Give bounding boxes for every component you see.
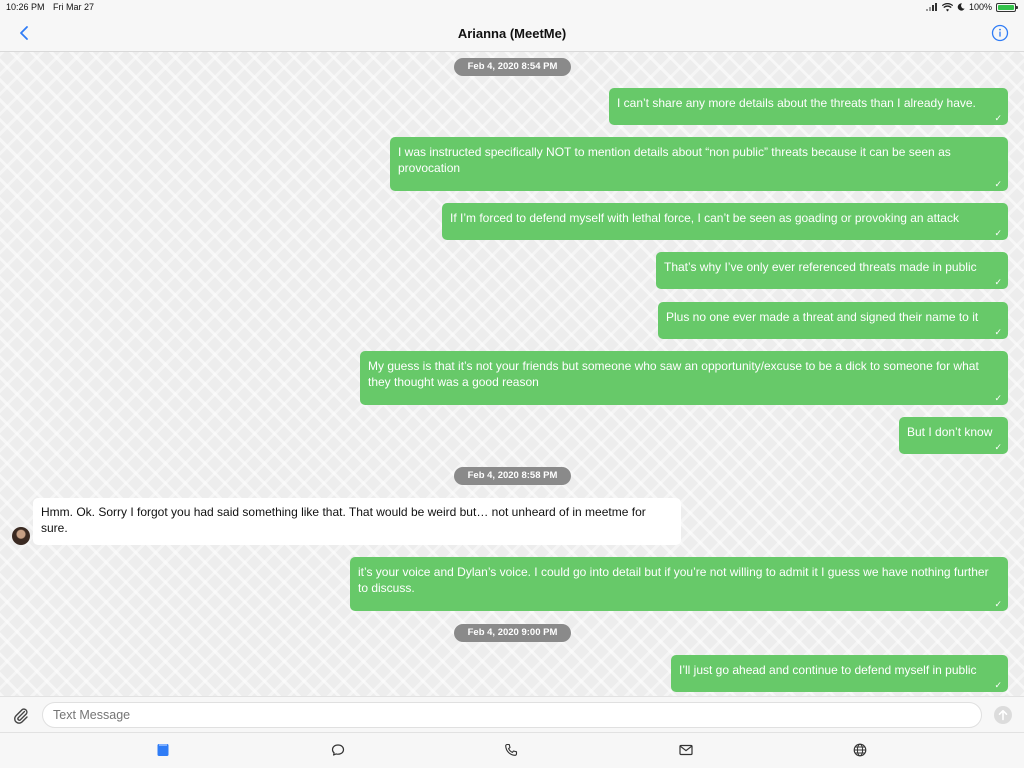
tab-calls[interactable] [503, 742, 519, 758]
tab-mail[interactable] [678, 742, 694, 758]
read-check-icon: ✓ [994, 277, 1002, 287]
message-list[interactable]: Feb 4, 2020 8:54 PM I can’t share any mo… [0, 52, 1024, 696]
message-text: If I’m forced to defend myself with leth… [450, 211, 959, 225]
message-text: I was instructed specifically NOT to men… [398, 145, 951, 175]
status-date: Fri Mar 27 [53, 2, 95, 12]
battery-percent: 100% [968, 2, 992, 12]
contact-avatar[interactable] [12, 527, 30, 545]
read-check-icon: ✓ [994, 599, 1002, 609]
message-text: But I don’t know [907, 425, 993, 439]
message-text: Plus no one ever made a threat and signe… [666, 310, 979, 324]
message-outgoing[interactable]: it’s your voice and Dylan’s voice. I cou… [350, 557, 1008, 611]
status-indicators: 100% [925, 2, 1018, 12]
read-check-icon: ✓ [994, 327, 1002, 337]
message-outgoing[interactable]: That’s why I’ve only ever referenced thr… [656, 252, 1008, 289]
info-circle-icon [991, 24, 1009, 42]
read-check-icon: ✓ [994, 442, 1002, 452]
composer-bar [0, 696, 1024, 732]
message-outgoing[interactable]: My guess is that it’s not your friends b… [360, 351, 1008, 405]
timestamp-pill: Feb 4, 2020 9:00 PM [454, 624, 571, 642]
arrow-up-icon [998, 709, 1008, 721]
nav-bar: Arianna (MeetMe) [0, 16, 1024, 52]
paperclip-icon [14, 708, 28, 724]
read-check-icon: ✓ [994, 393, 1002, 403]
moon-icon [957, 3, 965, 11]
wifi-icon [941, 2, 953, 11]
tab-web[interactable] [852, 742, 868, 758]
message-input[interactable] [42, 702, 982, 728]
info-button[interactable] [990, 23, 1010, 43]
send-button[interactable] [994, 706, 1012, 724]
tab-messages[interactable] [155, 742, 171, 758]
message-outgoing[interactable]: If I’m forced to defend myself with leth… [442, 203, 1008, 240]
attach-button[interactable] [12, 706, 30, 724]
globe-icon [853, 743, 867, 757]
message-outgoing[interactable]: But I don’t know ✓ [899, 417, 1008, 454]
phone-icon [505, 743, 518, 756]
message-incoming[interactable]: Hmm. Ok. Sorry I forgot you had said som… [33, 498, 681, 545]
tab-bar [0, 732, 1024, 768]
status-bar: 10:26 PM Fri Mar 27 100% [0, 0, 1024, 16]
mail-icon [679, 744, 693, 756]
read-check-icon: ✓ [994, 228, 1002, 238]
read-check-icon: ✓ [994, 680, 1002, 690]
timestamp-pill: Feb 4, 2020 8:54 PM [454, 58, 571, 76]
read-check-icon: ✓ [994, 179, 1002, 189]
message-text: I can’t share any more details about the… [617, 96, 976, 110]
message-outgoing[interactable]: I can’t share any more details about the… [609, 88, 1008, 125]
message-outgoing[interactable]: I was instructed specifically NOT to men… [390, 137, 1008, 191]
battery-icon [996, 2, 1018, 12]
chat-bubble-icon [331, 744, 345, 756]
message-outgoing[interactable]: Plus no one ever made a threat and signe… [658, 302, 1008, 339]
read-check-icon: ✓ [994, 113, 1002, 123]
message-text: That’s why I’ve only ever referenced thr… [664, 260, 977, 274]
signal-icon [925, 3, 937, 11]
tab-chat[interactable] [330, 742, 346, 758]
conversation-title: Arianna (MeetMe) [457, 26, 567, 41]
message-text: My guess is that it’s not your friends b… [368, 359, 979, 389]
messages-square-icon [157, 744, 169, 756]
message-text: it’s your voice and Dylan’s voice. I cou… [358, 565, 989, 595]
message-outgoing[interactable]: I’ll just go ahead and continue to defen… [671, 655, 1008, 692]
message-text: Hmm. Ok. Sorry I forgot you had said som… [41, 505, 646, 535]
timestamp-pill: Feb 4, 2020 8:58 PM [454, 467, 571, 485]
status-time: 10:26 PM [6, 2, 45, 12]
message-text: I’ll just go ahead and continue to defen… [679, 663, 977, 677]
